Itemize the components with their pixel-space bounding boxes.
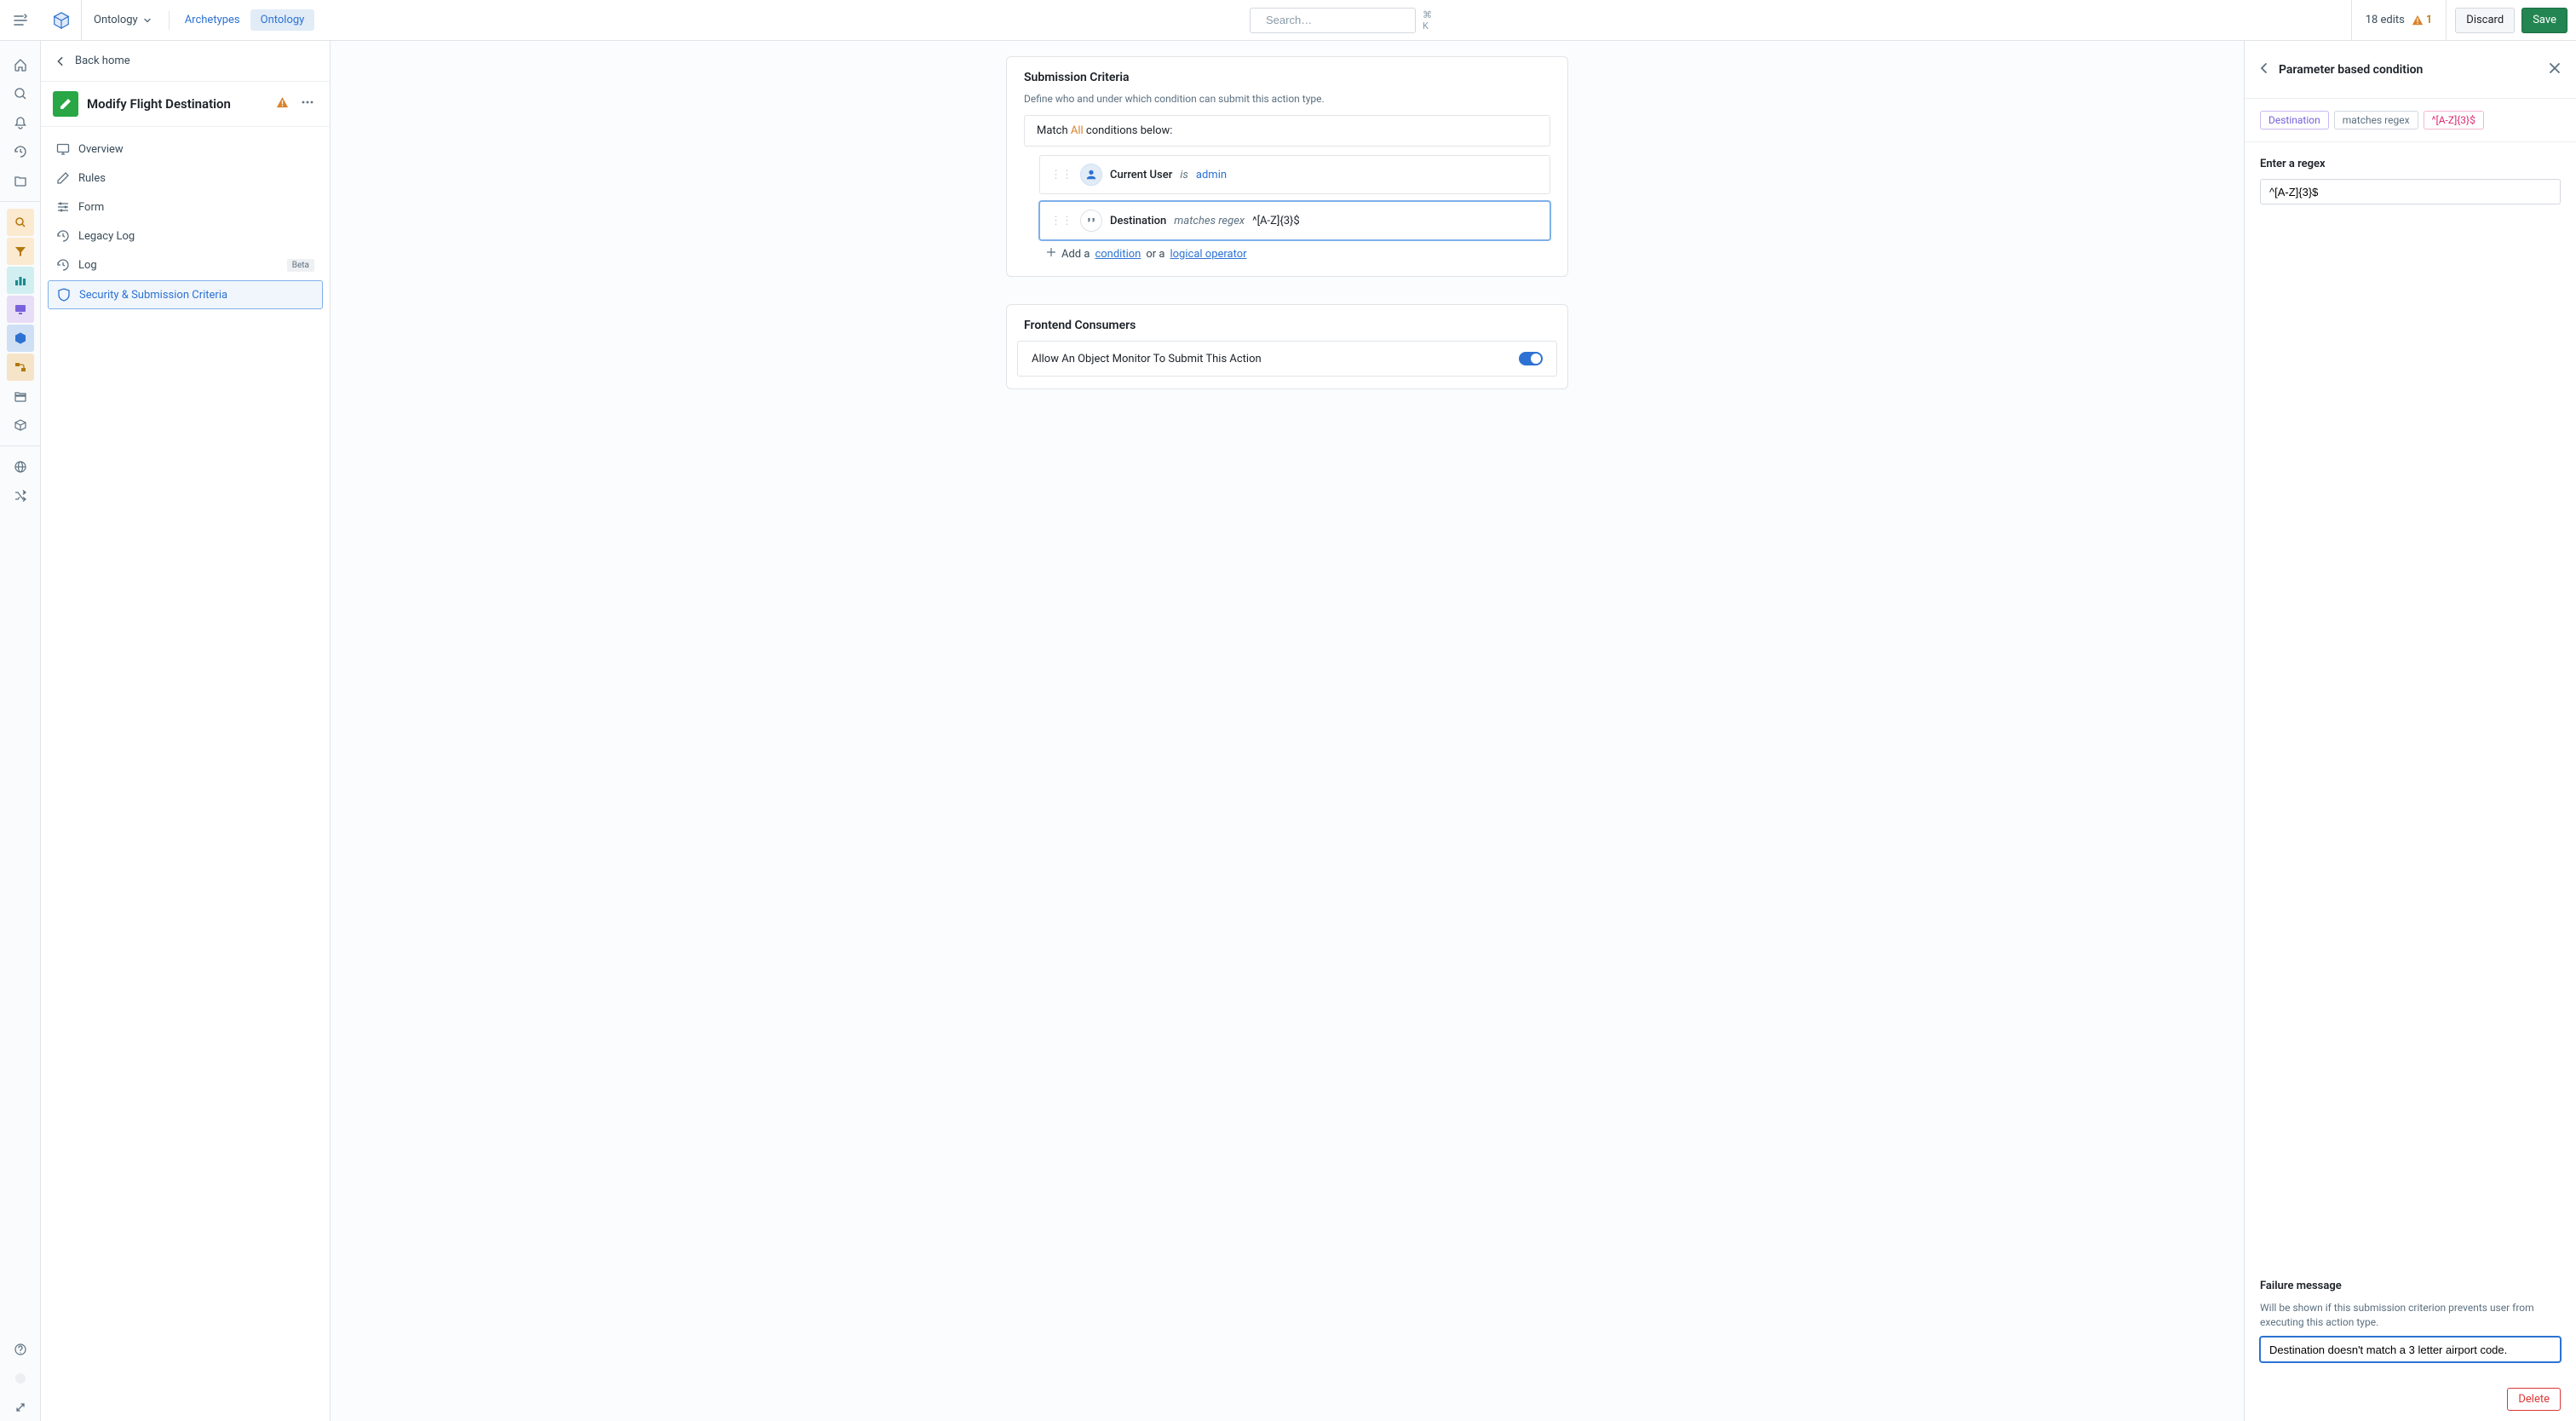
sliders-icon xyxy=(56,200,70,214)
history-icon xyxy=(56,258,70,272)
plus-icon xyxy=(1046,247,1056,261)
arrow-left-icon xyxy=(55,55,66,67)
match-mode-selector[interactable]: Match All conditions below: xyxy=(1024,115,1550,147)
condition-summary-chips: Destination matches regex ^[A-Z]{3}$ xyxy=(2245,99,2576,142)
close-icon xyxy=(2549,62,2561,74)
save-button[interactable]: Save xyxy=(2521,8,2567,33)
rail-history[interactable] xyxy=(7,138,34,165)
search-input[interactable] xyxy=(1266,14,1416,26)
card-title: Frontend Consumers xyxy=(1007,305,1567,341)
nav-overview[interactable]: Overview xyxy=(48,135,323,163)
entity-warning-icon[interactable] xyxy=(276,96,289,112)
panel-title: Parameter based condition xyxy=(2279,63,2539,77)
back-home[interactable]: Back home xyxy=(41,41,330,82)
nav-form[interactable]: Form xyxy=(48,193,323,221)
toggle-label: Allow An Object Monitor To Submit This A… xyxy=(1032,353,1262,365)
caret-down-icon xyxy=(143,16,152,25)
chip-value[interactable]: ^[A-Z]{3}$ xyxy=(2424,111,2484,129)
nav-rules[interactable]: Rules xyxy=(48,164,323,192)
failure-message-label: Failure message xyxy=(2260,1280,2561,1292)
rail-shuffle[interactable] xyxy=(7,482,34,509)
rail-expand[interactable] xyxy=(7,1394,34,1421)
regex-input[interactable] xyxy=(2260,179,2561,204)
object-monitor-toggle-row: Allow An Object Monitor To Submit This A… xyxy=(1017,341,1557,377)
global-search[interactable]: ⌘ K xyxy=(1250,8,1416,33)
entity-more-menu[interactable] xyxy=(297,92,318,116)
beta-badge: Beta xyxy=(287,259,314,272)
rail-search[interactable] xyxy=(7,80,34,107)
user-icon xyxy=(1080,164,1102,186)
card-title: Submission Criteria xyxy=(1007,57,1567,93)
chevron-left-icon xyxy=(2260,62,2268,74)
rail-explore[interactable] xyxy=(7,209,34,236)
rail-monitor[interactable] xyxy=(7,296,34,323)
rail-user[interactable] xyxy=(7,1365,34,1392)
quote-icon xyxy=(1080,210,1102,232)
cube-icon xyxy=(52,11,71,30)
nav-legacy-log[interactable]: Legacy Log xyxy=(48,222,323,250)
center-content: Submission Criteria Define who and under… xyxy=(331,41,2244,1421)
nav-log[interactable]: Log Beta xyxy=(48,251,323,279)
condition-row-user[interactable]: ⋮⋮ Current User is admin xyxy=(1039,155,1550,194)
object-monitor-toggle[interactable] xyxy=(1519,352,1543,365)
topbar: Ontology Archetypes Ontology ⌘ K 18 edit… xyxy=(0,0,2576,41)
pencil-icon xyxy=(59,97,72,111)
edits-count: 18 edits xyxy=(2366,14,2405,26)
submission-criteria-card: Submission Criteria Define who and under… xyxy=(1006,56,1568,277)
add-logical-operator-link[interactable]: logical operator xyxy=(1170,248,1246,261)
left-rail xyxy=(0,41,41,1421)
action-type-icon xyxy=(53,91,78,117)
warning-icon xyxy=(2412,14,2424,26)
entity-title: Modify Flight Destination xyxy=(87,96,267,112)
rail-analytics[interactable] xyxy=(7,267,34,294)
rail-home[interactable] xyxy=(7,51,34,78)
rail-pipelines[interactable] xyxy=(7,354,34,381)
dots-icon xyxy=(301,95,314,109)
chip-parameter[interactable]: Destination xyxy=(2260,111,2329,129)
rail-ontology[interactable] xyxy=(7,325,34,352)
right-panel: Parameter based condition Destination ma… xyxy=(2244,41,2576,1421)
rail-globe[interactable] xyxy=(7,453,34,480)
rail-packages[interactable] xyxy=(7,411,34,439)
rail-datasets[interactable] xyxy=(7,383,34,410)
edits-indicator[interactable]: 18 edits 1 xyxy=(2351,0,2447,40)
discard-button[interactable]: Discard xyxy=(2455,8,2515,33)
card-description: Define who and under which condition can… xyxy=(1007,93,1567,115)
chip-operator[interactable]: matches regex xyxy=(2334,111,2418,129)
menu-icon xyxy=(14,14,27,27)
shield-icon xyxy=(57,288,71,302)
entity-header: Modify Flight Destination xyxy=(41,82,330,127)
condition-row-destination[interactable]: ⋮⋮ Destination matches regex ^[A-Z]{3}$ xyxy=(1039,201,1550,240)
workspace-selector[interactable]: Ontology xyxy=(82,14,164,26)
add-condition-link[interactable]: condition xyxy=(1095,248,1141,261)
nav-security[interactable]: Security & Submission Criteria xyxy=(48,280,323,309)
failure-message-input[interactable] xyxy=(2260,1337,2561,1362)
drag-handle-icon[interactable]: ⋮⋮ xyxy=(1050,215,1072,227)
add-condition-row: Add a condition or a logical operator xyxy=(1046,247,1550,261)
regex-label: Enter a regex xyxy=(2260,158,2561,170)
rail-files[interactable] xyxy=(7,167,34,194)
workspace-label: Ontology xyxy=(94,14,138,26)
tab-ontology[interactable]: Ontology xyxy=(250,9,315,31)
panel-back[interactable] xyxy=(2260,62,2268,78)
brand-icon[interactable] xyxy=(41,0,82,41)
left-panel: Back home Modify Flight Destination Over… xyxy=(41,41,331,1421)
pencil-icon xyxy=(56,171,70,185)
frontend-consumers-card: Frontend Consumers Allow An Object Monit… xyxy=(1006,304,1568,389)
drag-handle-icon[interactable]: ⋮⋮ xyxy=(1050,169,1072,181)
menu-toggle[interactable] xyxy=(0,0,41,41)
panel-close[interactable] xyxy=(2549,62,2561,78)
warnings-badge: 1 xyxy=(2412,14,2432,26)
delete-button[interactable]: Delete xyxy=(2507,1388,2561,1411)
tab-archetypes[interactable]: Archetypes xyxy=(175,9,250,31)
rail-notifications[interactable] xyxy=(7,109,34,136)
failure-message-desc: Will be shown if this submission criteri… xyxy=(2260,1301,2561,1330)
history-icon xyxy=(56,229,70,243)
rail-funnel[interactable] xyxy=(7,238,34,265)
search-shortcut: ⌘ K xyxy=(1423,9,1432,32)
rail-help[interactable] xyxy=(7,1336,34,1363)
monitor-icon xyxy=(56,142,70,156)
